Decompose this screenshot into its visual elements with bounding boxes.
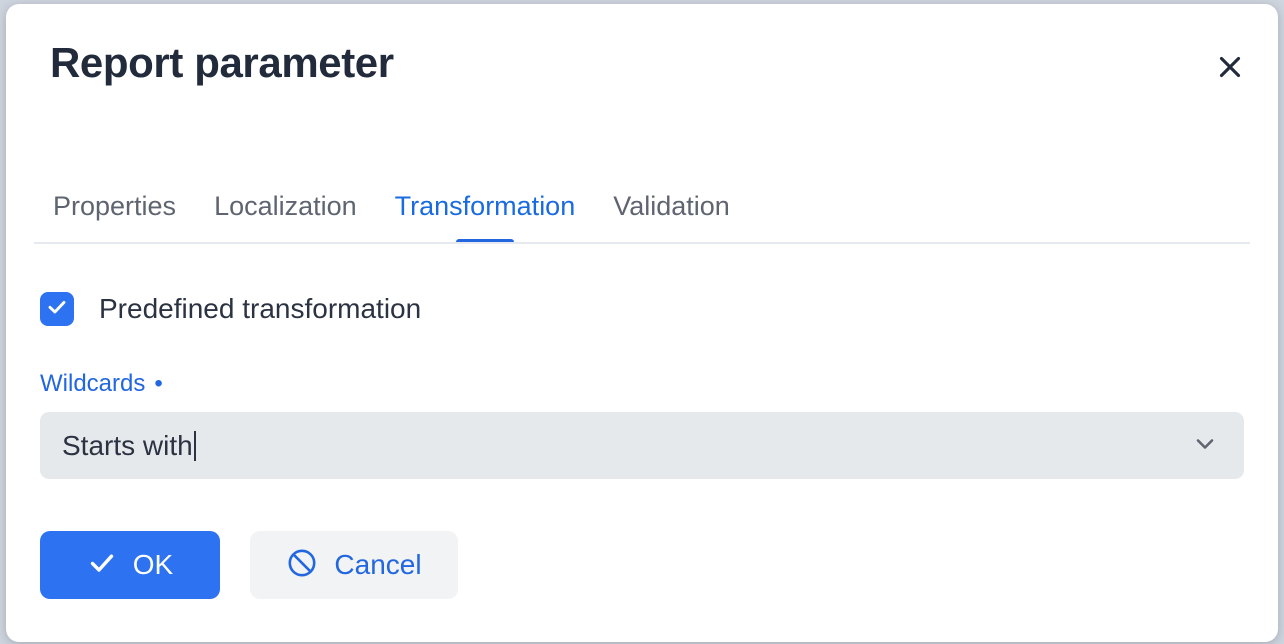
- predefined-transformation-checkbox[interactable]: [40, 292, 74, 326]
- ok-button[interactable]: OK: [40, 531, 220, 599]
- text-caret: [193, 430, 196, 461]
- predefined-transformation-label: Predefined transformation: [99, 293, 422, 324]
- wildcards-select-value: Starts with: [62, 429, 193, 461]
- tab-localization[interactable]: Localization: [195, 193, 376, 244]
- wildcards-field-label: Wildcards •: [40, 372, 163, 396]
- tab-transformation[interactable]: Transformation: [376, 193, 595, 244]
- wildcards-select[interactable]: Starts with: [40, 412, 1244, 479]
- tab-validation[interactable]: Validation: [594, 193, 749, 244]
- block-circle-icon: [286, 547, 318, 584]
- tab-list: Properties Localization Transformation V…: [34, 132, 749, 244]
- cancel-button-label: Cancel: [334, 549, 422, 580]
- close-icon: [1216, 53, 1244, 84]
- dialog-header: Report parameter: [6, 4, 1278, 132]
- chevron-down-icon[interactable]: [1190, 428, 1220, 463]
- wildcards-label-text: Wildcards: [40, 370, 146, 397]
- tab-bar-divider: [34, 242, 1250, 244]
- page-title: Report parameter: [50, 39, 394, 86]
- required-dot-icon: •: [154, 370, 163, 397]
- cancel-button[interactable]: Cancel: [250, 531, 458, 599]
- ok-button-label: OK: [132, 549, 174, 580]
- report-parameter-dialog: Report parameter Properties Localization…: [6, 4, 1278, 642]
- checkmark-icon: [87, 548, 117, 583]
- predefined-transformation-checkbox-row[interactable]: Predefined transformation: [40, 292, 421, 326]
- checkmark-icon: [46, 296, 68, 323]
- dialog-action-buttons: OK Cancel: [40, 531, 1244, 599]
- close-button[interactable]: [1208, 46, 1252, 90]
- tab-properties[interactable]: Properties: [34, 193, 195, 244]
- tab-bar: Properties Localization Transformation V…: [34, 132, 1250, 244]
- dialog-body: Predefined transformation Wildcards • St…: [6, 292, 1278, 599]
